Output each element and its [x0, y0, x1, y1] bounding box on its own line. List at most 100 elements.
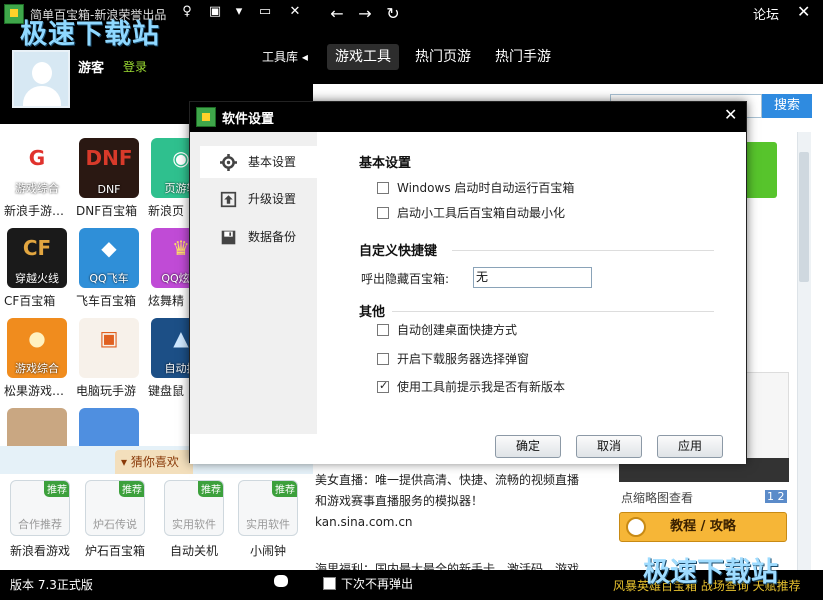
- cancel-button[interactable]: 取消: [576, 435, 642, 458]
- sidebar-item-backup[interactable]: 数据备份: [200, 221, 317, 253]
- ok-button[interactable]: 确定: [495, 435, 561, 458]
- arrow-right-icon: [626, 517, 646, 537]
- recommend-caption: 实用软件: [172, 518, 216, 531]
- guess-tab[interactable]: ▾ 猜你喜欢: [115, 450, 193, 474]
- noshow-checkbox[interactable]: [323, 577, 336, 590]
- chat-icon[interactable]: [274, 575, 288, 587]
- tab-hot-mobilegames[interactable]: 热门手游: [487, 44, 559, 70]
- username: 游客: [78, 61, 105, 76]
- recommend-item[interactable]: 推荐 合作推荐 新浪看游戏: [4, 480, 76, 559]
- dialog-close-icon[interactable]: ✕: [724, 105, 737, 124]
- apply-button[interactable]: 应用: [657, 435, 723, 458]
- tab-hot-webgames[interactable]: 热门页游: [407, 44, 479, 70]
- tool-label: 飞车百宝箱: [76, 294, 137, 308]
- right-nav: ← → ↻ 论坛 ✕ 游戏工具 热门页游 热门手游: [313, 0, 823, 84]
- tool-label: 新浪手游…: [4, 204, 65, 218]
- thumb-caption: 点缩略图查看: [621, 491, 694, 505]
- watermark: 极速下载站: [20, 19, 160, 50]
- section-title-hotkey: 自定义快捷键: [359, 244, 438, 259]
- sidebar-item-basic[interactable]: 基本设置: [200, 146, 317, 178]
- sidebar-item-label: 升级设置: [248, 192, 297, 206]
- dialog-title: 软件设置: [222, 112, 275, 127]
- tool-glyph: DNF: [85, 146, 133, 170]
- recommend-badge: 推荐: [198, 481, 223, 497]
- minimize-icon[interactable]: ▭: [256, 3, 274, 21]
- guess-label: 猜你喜欢: [130, 455, 179, 469]
- login-link[interactable]: 登录: [123, 58, 147, 75]
- tool-label: DNF百宝箱: [76, 204, 138, 218]
- tool-badge: QQ飞车: [89, 272, 129, 285]
- close-icon[interactable]: ✕: [797, 2, 810, 21]
- auto-minimize-checkbox[interactable]: [377, 207, 389, 219]
- guide-label: 教程 / 攻略: [670, 519, 736, 534]
- content-line: 和游戏赛事直播服务的模拟器！: [315, 494, 484, 508]
- autostart-checkbox[interactable]: [377, 182, 389, 194]
- update-prompt-checkbox[interactable]: [377, 379, 389, 393]
- status-bar: 版本 7.3正式版: [0, 570, 313, 600]
- tool-label: 松果游戏…: [4, 384, 65, 398]
- tool-tile[interactable]: ▣ 电脑玩手游: [76, 318, 142, 399]
- tool-glyph: ▣: [99, 326, 119, 350]
- settings-dialog: 软件设置 ✕ 基本设置 升级设置 数据备份 基本设置 Windows 启动时自动…: [189, 101, 747, 464]
- dropdown-icon[interactable]: ▾: [230, 3, 248, 21]
- close-icon[interactable]: ✕: [286, 3, 304, 21]
- tool-tile[interactable]: CF 穿越火线 CF百宝箱: [4, 228, 70, 309]
- tool-tile[interactable]: G 游戏综合新浪手游…: [4, 138, 70, 219]
- recommend-item[interactable]: 推荐实用软件自动关机: [158, 480, 230, 559]
- tool-label: 电脑玩手游: [76, 384, 137, 398]
- tool-tile[interactable]: ● 游戏综合松果游戏…: [4, 318, 70, 399]
- menu-icon[interactable]: ▣: [206, 3, 224, 21]
- page-number[interactable]: 1 2: [765, 490, 787, 503]
- tool-icon: G 游戏综合: [7, 138, 67, 198]
- guide-button[interactable]: 教程 / 攻略: [619, 512, 787, 542]
- recommend-icon: 推荐 实用软件: [238, 480, 298, 536]
- tool-icon: ◆ QQ飞车: [79, 228, 139, 288]
- recommend-item[interactable]: 推荐 炉石传说 炉石百宝箱: [79, 480, 151, 559]
- back-icon[interactable]: ←: [327, 4, 347, 23]
- sidebar-item-upgrade[interactable]: 升级设置: [200, 183, 317, 215]
- scrollbar-thumb[interactable]: [799, 152, 809, 282]
- forum-link[interactable]: 论坛: [753, 4, 779, 23]
- section-title-other: 其他: [359, 305, 386, 320]
- save-icon: [221, 230, 236, 245]
- recommend-badge: 推荐: [272, 481, 297, 497]
- toolbox-label: 工具库: [262, 50, 299, 64]
- tool-label: CF百宝箱: [4, 294, 56, 308]
- tool-icon: ▣: [79, 318, 139, 378]
- toolbox-button[interactable]: 工具库 ◂: [262, 48, 308, 65]
- refresh-icon[interactable]: ↻: [383, 4, 403, 23]
- recommend-item[interactable]: 推荐 实用软件 小闹钟: [232, 480, 304, 559]
- tool-glyph: G: [28, 146, 46, 170]
- divider: [452, 250, 714, 251]
- content-link[interactable]: kan.sina.com.cn: [315, 515, 413, 529]
- sidebar-item-label: 基本设置: [248, 155, 297, 169]
- forward-icon[interactable]: →: [355, 4, 375, 23]
- noshow-label: 下次不再弹出: [341, 577, 414, 591]
- dialog-titlebar[interactable]: 软件设置 ✕: [190, 102, 746, 132]
- tool-glyph: ●: [28, 326, 46, 350]
- tool-icon: DNF DNF: [79, 138, 139, 198]
- tool-glyph: ◆: [101, 236, 117, 260]
- divider: [392, 311, 714, 312]
- skin-icon[interactable]: ♀: [178, 3, 196, 21]
- desktop-shortcut-checkbox[interactable]: [377, 324, 389, 336]
- search-button[interactable]: 搜索: [762, 94, 812, 118]
- recommend-icon: 推荐 炉石传说: [85, 480, 145, 536]
- hotkey-label: 呼出隐藏百宝箱:: [361, 272, 450, 286]
- sidebar-item-label: 数据备份: [248, 230, 297, 244]
- recommend-caption: 炉石传说: [93, 518, 137, 531]
- recommend-badge: 推荐: [44, 481, 69, 497]
- avatar[interactable]: [12, 50, 70, 108]
- tab-game-tools[interactable]: 游戏工具: [327, 44, 399, 70]
- tool-badge: DNF: [97, 183, 121, 196]
- server-popup-checkbox[interactable]: [377, 353, 389, 365]
- section-title-basic: 基本设置: [359, 156, 412, 171]
- hotkey-input[interactable]: 无: [473, 267, 592, 288]
- tool-tile[interactable]: ◆ QQ飞车飞车百宝箱: [76, 228, 142, 309]
- tool-tile[interactable]: DNF DNF DNF百宝箱: [76, 138, 142, 219]
- content-line: 美女直播：唯一提供高清、快捷、流畅的视频直播: [315, 473, 580, 487]
- recommend-label: 自动关机: [169, 544, 218, 558]
- tool-badge: 穿越火线: [15, 272, 59, 285]
- recommend-caption: 合作推荐: [18, 518, 62, 531]
- tool-badge: 游戏综合: [15, 362, 59, 375]
